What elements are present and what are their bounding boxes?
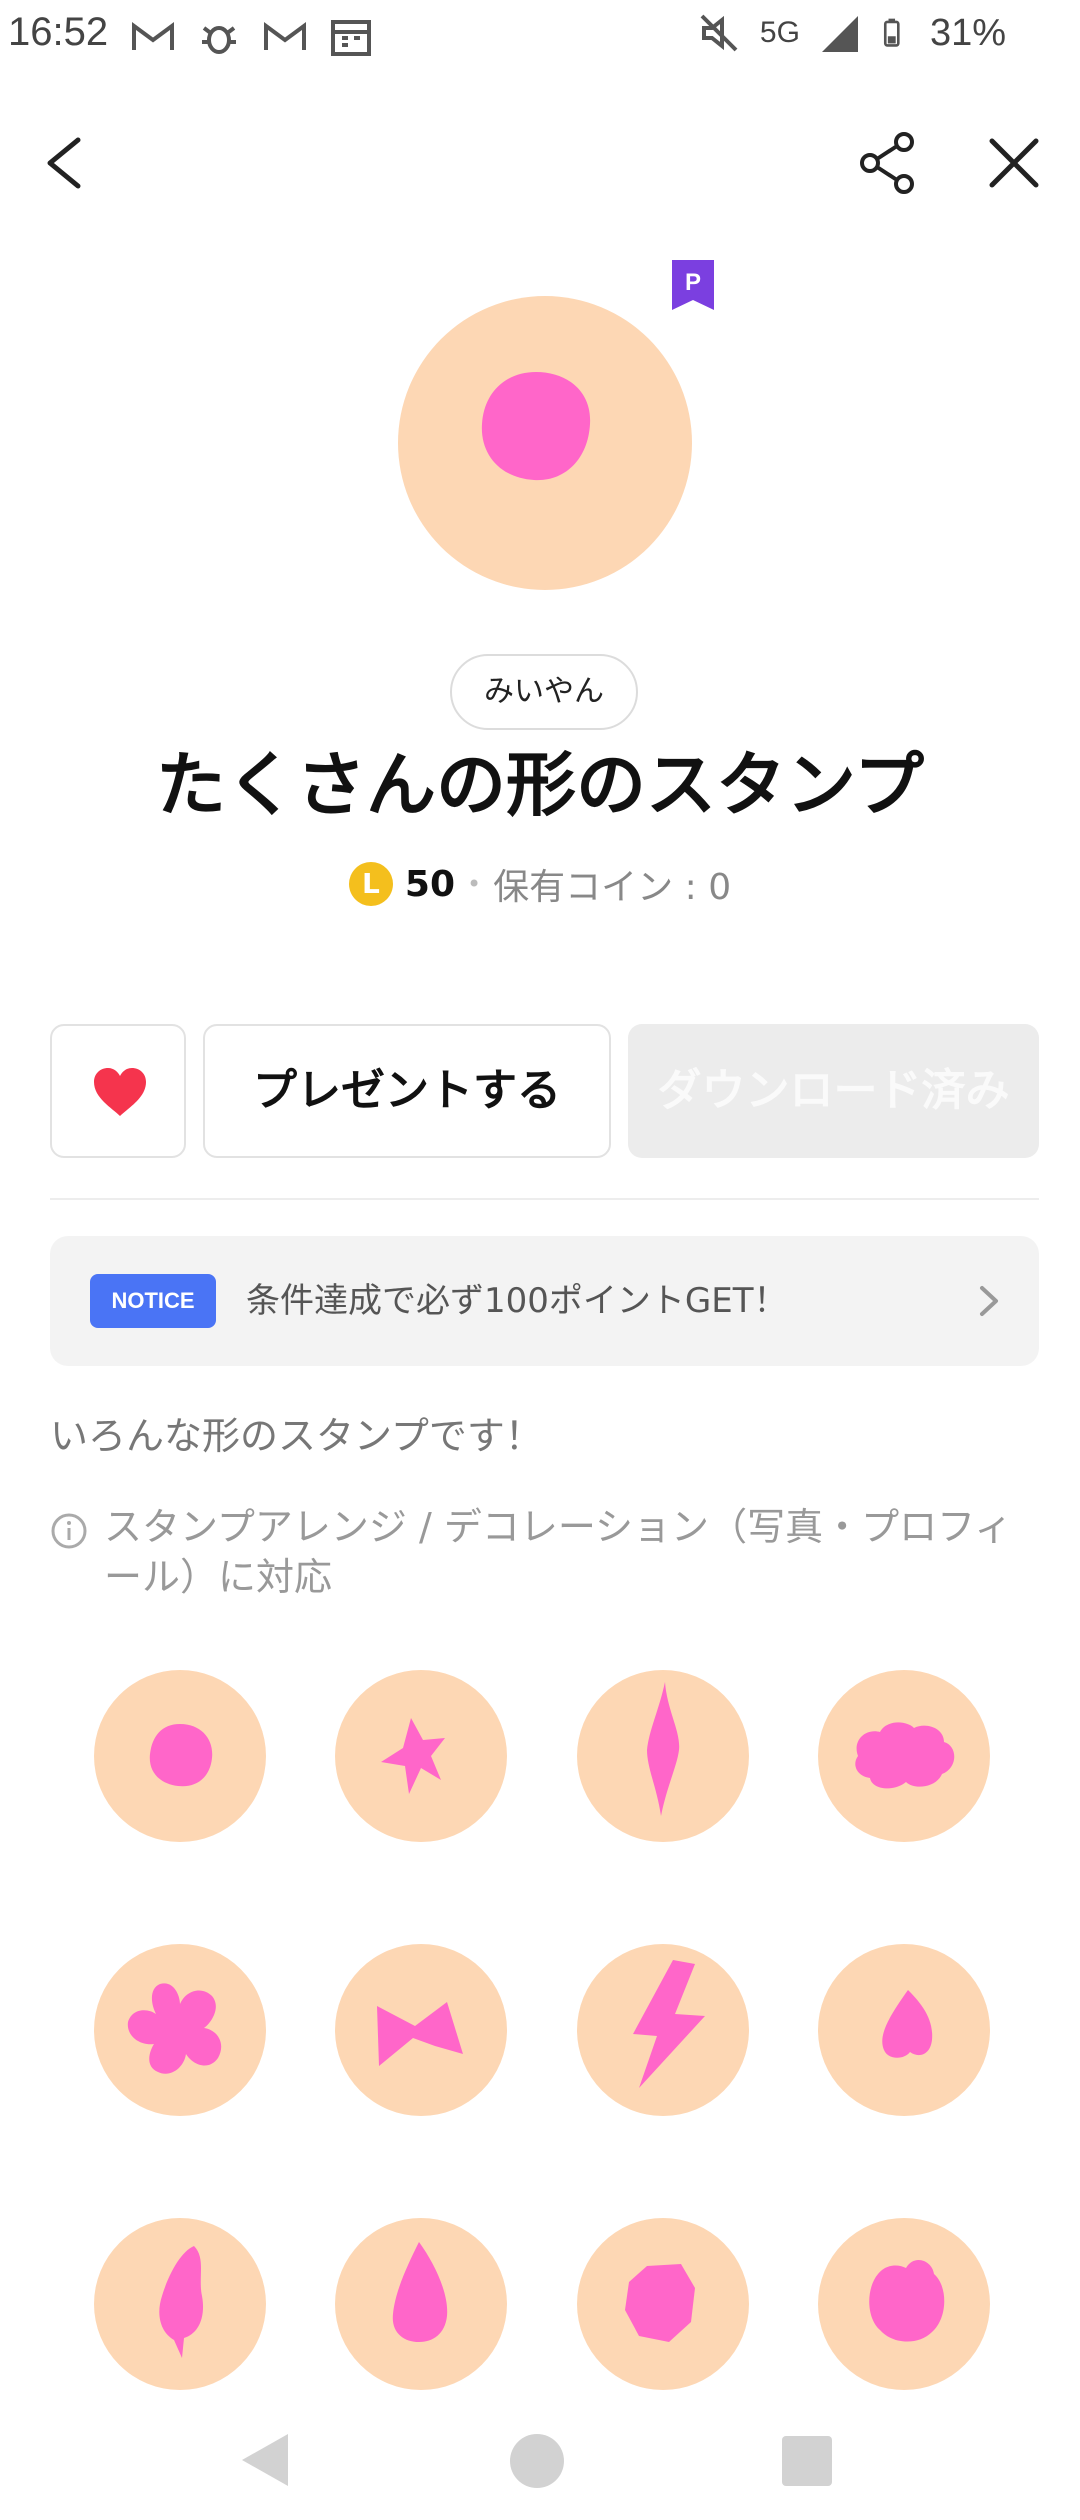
status-right: 5G 31% [696, 10, 1006, 56]
chevron-right-icon [980, 1286, 998, 1316]
price: 50 [404, 863, 456, 905]
pink-leaf-shape [159, 2246, 204, 2358]
status-bar: 16:52 5G 31% [0, 0, 1080, 72]
sticker-item[interactable] [94, 1670, 266, 1842]
premium-badge: P [672, 260, 714, 310]
owned-coins: 保有コイン : 0 [493, 867, 732, 908]
sticker-item[interactable] [577, 1670, 749, 1842]
system-home-button[interactable] [510, 2434, 564, 2488]
pack-description: いろんな形のスタンプです！ [50, 1414, 543, 1458]
sticker-item[interactable] [577, 2218, 749, 2390]
sticker-grid [0, 1670, 1080, 2390]
battery-icon [883, 18, 900, 47]
divider [50, 1198, 1039, 1200]
back-button[interactable] [36, 128, 96, 198]
pink-bow-shape [377, 2002, 463, 2066]
gmail-icon [264, 22, 306, 50]
info-text: スタンプアレンジ / デコレーション（写真・プロフィール）に対応 [104, 1505, 1013, 1599]
pink-lightning-shape [633, 1960, 705, 2088]
sticker-item[interactable] [335, 2218, 507, 2390]
notice-badge: NOTICE [90, 1274, 216, 1328]
pack-title: たくさんの形のスタンプ [156, 744, 924, 826]
line-coin-icon: L [348, 862, 393, 906]
notice-banner[interactable]: NOTICE 条件達成で必ず100ポイントGET！ [50, 1236, 1039, 1366]
notice-text: 条件達成で必ず100ポイントGET！ [246, 1281, 788, 1321]
close-button[interactable] [984, 128, 1044, 198]
pink-tulip-shape [869, 2260, 945, 2342]
sticker-item[interactable] [335, 1944, 507, 2116]
svg-text:P: P [685, 269, 701, 296]
download-button[interactable]: ダウンロード済み [628, 1024, 1039, 1158]
notification-icons [130, 14, 374, 60]
status-time: 16:52 [8, 10, 109, 54]
price-row: L 50 • 保有コイン : 0 [0, 858, 1080, 910]
sticker-item[interactable] [818, 1670, 990, 1842]
sticker-item[interactable] [94, 1944, 266, 2116]
pink-circle-shape [481, 372, 591, 481]
pink-drop-shape [392, 2242, 448, 2342]
author-chip[interactable]: みいやん [450, 654, 638, 730]
battery-percent: 31% [929, 11, 1006, 54]
separator: • [467, 870, 482, 898]
sticker-item[interactable] [818, 1944, 990, 2116]
info-icon [51, 1513, 87, 1549]
network-type: 5G [759, 16, 800, 49]
calendar-icon [331, 20, 371, 56]
heart-icon [94, 1068, 146, 1116]
signal-icon [821, 16, 858, 52]
gmail-icon [132, 22, 174, 50]
sticker-item[interactable] [577, 1944, 749, 2116]
sticker-item[interactable] [94, 2218, 266, 2390]
bug-icon [202, 26, 236, 54]
sticker-item[interactable] [335, 1670, 507, 1842]
mute-icon [700, 14, 738, 52]
sticker-item[interactable] [818, 2218, 990, 2390]
pink-cloud-shape [855, 1722, 955, 1789]
pink-circle-shape [149, 1724, 213, 1787]
pink-heart-shape [882, 1990, 933, 2058]
system-nav-bar [0, 2390, 1080, 2520]
system-back-button[interactable] [240, 2432, 290, 2488]
like-button[interactable] [50, 1024, 186, 1158]
share-button[interactable] [858, 128, 918, 198]
pink-spike-shape [647, 1682, 680, 1816]
system-recents-button[interactable] [782, 2436, 832, 2486]
pink-star-shape [381, 1718, 445, 1794]
pink-octagon-shape [625, 2264, 695, 2342]
gift-button[interactable]: プレゼントする [203, 1024, 611, 1158]
pink-flower-shape [127, 1983, 222, 2074]
